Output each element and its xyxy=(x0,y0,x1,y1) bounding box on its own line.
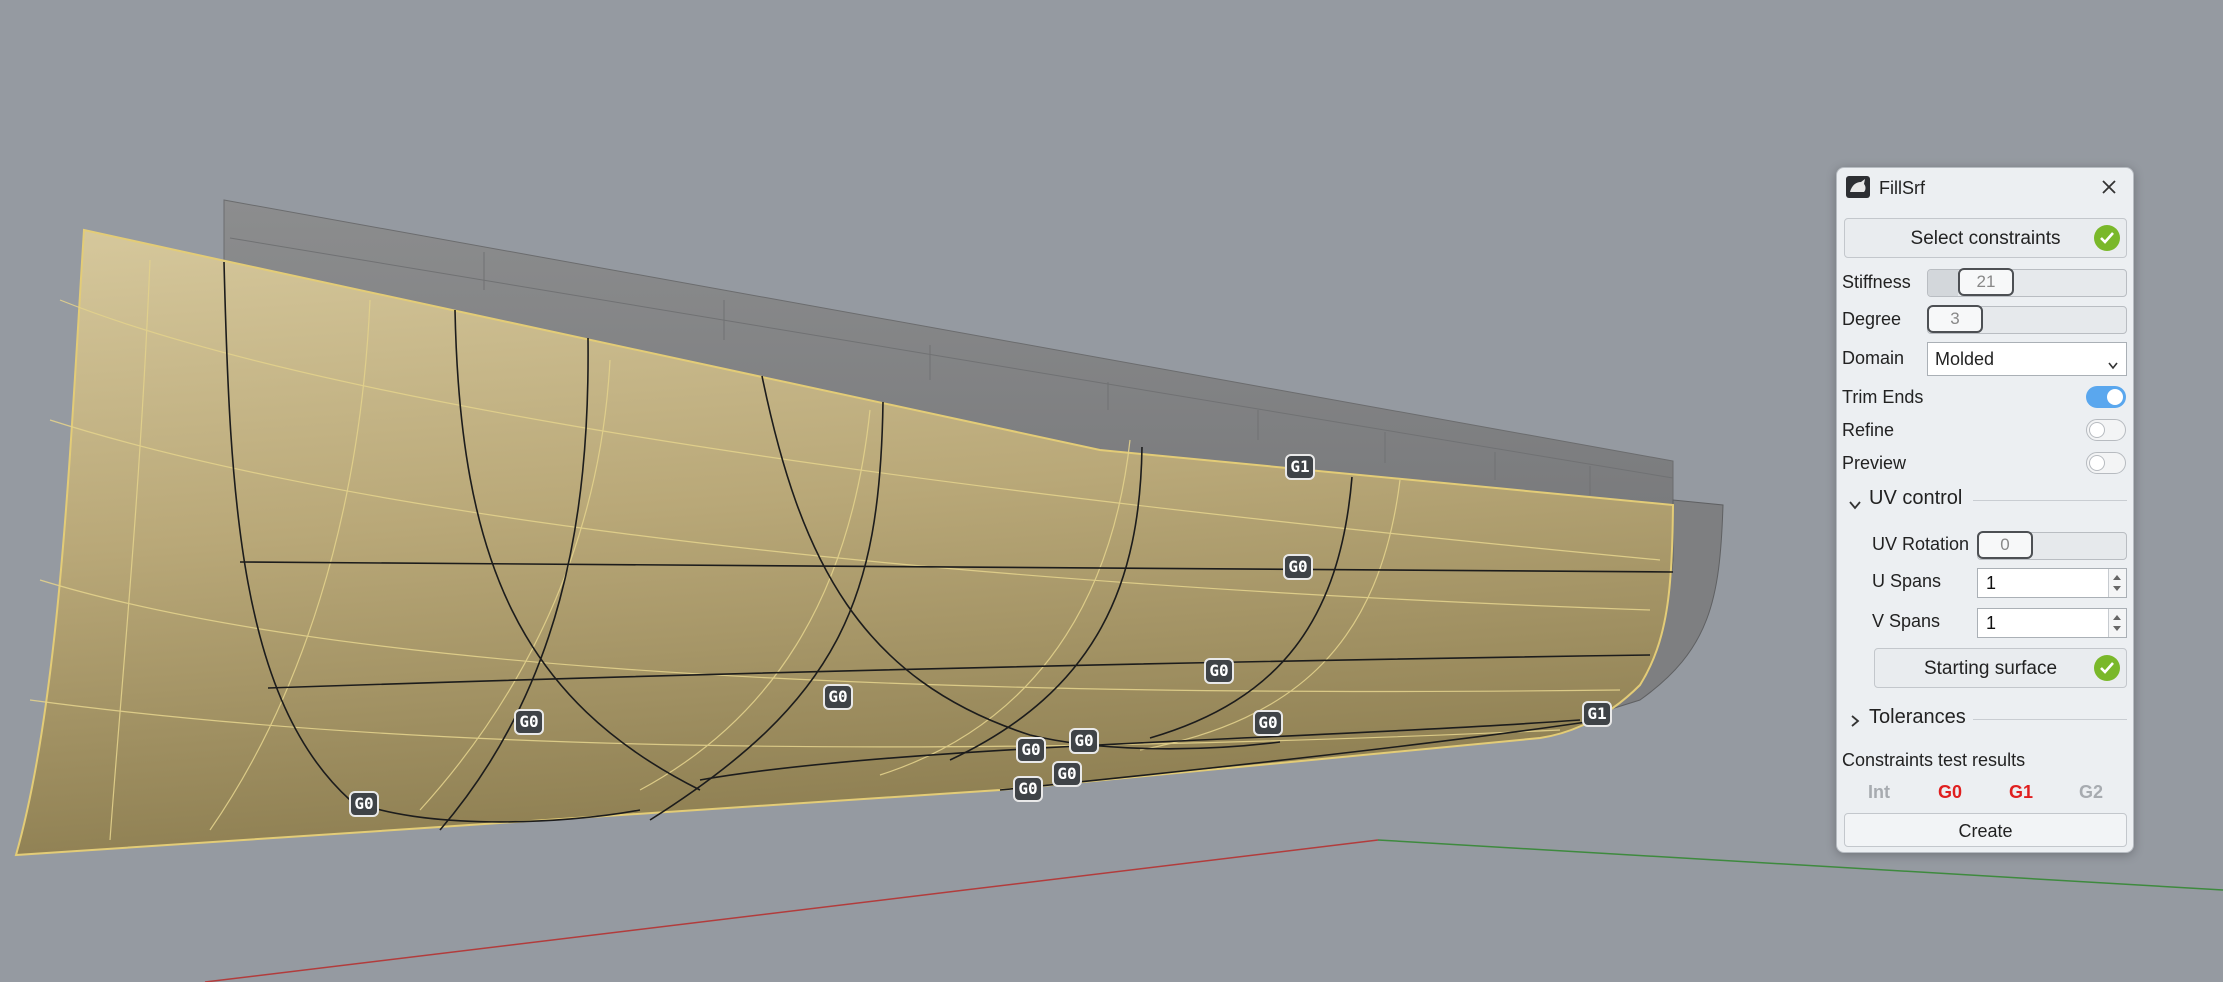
select-constraints-label: Select constraints xyxy=(1910,228,2061,249)
constraints-results-label: Constraints test results xyxy=(1842,750,2026,770)
continuity-tag[interactable]: G0 xyxy=(349,791,379,817)
domain-dropdown-value: Molded xyxy=(1935,349,1995,369)
create-label: Create xyxy=(1958,821,2013,841)
check-icon xyxy=(2094,655,2120,681)
tolerances-expander[interactable]: Tolerances xyxy=(1845,705,2128,731)
v-spans-stepper[interactable] xyxy=(1977,608,2127,638)
rhino-app-icon xyxy=(1846,176,1870,198)
continuity-tag[interactable]: G0 xyxy=(514,709,544,735)
tolerances-label: Tolerances xyxy=(1869,706,1966,728)
continuity-tag[interactable]: G1 xyxy=(1582,701,1612,727)
degree-slider-thumb[interactable]: 3 xyxy=(1927,305,1983,333)
panel-title: FillSrf xyxy=(1879,178,1925,198)
uv-control-divider xyxy=(1973,500,2127,501)
trim-ends-label: Trim Ends xyxy=(1842,387,1924,407)
v-spans-input[interactable] xyxy=(1978,609,2104,637)
starting-surface-button[interactable]: Starting surface xyxy=(1874,648,2127,688)
u-spans-label: U Spans xyxy=(1872,571,1942,591)
degree-slider[interactable]: 3 xyxy=(1927,305,2127,334)
fillsrf-panel: FillSrf Select constraints Stiffness 21 … xyxy=(1836,167,2134,853)
starting-surface-label: Starting surface xyxy=(1923,658,2058,679)
select-constraints-button[interactable]: Select constraints xyxy=(1844,218,2127,258)
v-spans-label: V Spans xyxy=(1872,611,1941,631)
continuity-tag[interactable]: G0 xyxy=(1204,658,1234,684)
degree-label: Degree xyxy=(1842,309,1902,329)
uv-rotation-label: UV Rotation xyxy=(1872,534,1970,554)
create-button[interactable]: Create xyxy=(1844,813,2127,847)
close-icon[interactable] xyxy=(2099,177,2119,197)
stiffness-slider-thumb[interactable]: 21 xyxy=(1958,268,2014,296)
chevron-right-icon xyxy=(1851,711,1860,732)
preview-toggle[interactable] xyxy=(2086,452,2126,474)
u-spans-input[interactable] xyxy=(1978,569,2104,597)
tolerances-divider xyxy=(1973,719,2127,720)
uv-rotation-slider[interactable]: 0 xyxy=(1977,531,2127,560)
uv-control-label: UV control xyxy=(1869,487,1963,509)
result-g0: G0 xyxy=(1937,782,1962,802)
result-g1: G1 xyxy=(2008,782,2033,802)
spin-arrows-icon[interactable] xyxy=(2108,609,2126,637)
u-spans-stepper[interactable] xyxy=(1977,568,2127,598)
continuity-tag[interactable]: G1 xyxy=(1285,454,1315,480)
continuity-tag[interactable]: G0 xyxy=(823,684,853,710)
uv-control-expander[interactable]: UV control xyxy=(1845,486,2128,512)
domain-dropdown[interactable]: Molded xyxy=(1927,342,2127,376)
continuity-tag[interactable]: G0 xyxy=(1016,737,1046,763)
chevron-down-icon xyxy=(1849,494,1861,515)
refine-toggle[interactable] xyxy=(2086,419,2126,441)
refine-label: Refine xyxy=(1842,420,1895,440)
x-axis-line xyxy=(204,839,1379,982)
continuity-tag[interactable]: G0 xyxy=(1283,554,1313,580)
preview-label: Preview xyxy=(1842,453,1907,473)
continuity-tag[interactable]: G0 xyxy=(1253,710,1283,736)
domain-label: Domain xyxy=(1842,348,1905,368)
continuity-tag[interactable]: G0 xyxy=(1069,728,1099,754)
result-g2: G2 xyxy=(2078,782,2103,802)
stiffness-slider[interactable]: 21 xyxy=(1927,268,2127,297)
chevron-down-icon xyxy=(2108,354,2118,375)
continuity-tag[interactable]: G0 xyxy=(1052,761,1082,787)
result-int: Int xyxy=(1868,782,1890,802)
continuity-tag[interactable]: G0 xyxy=(1013,776,1043,802)
stiffness-label: Stiffness xyxy=(1842,272,1911,292)
check-icon xyxy=(2094,225,2120,251)
spin-arrows-icon[interactable] xyxy=(2108,569,2126,597)
trim-ends-toggle[interactable] xyxy=(2086,386,2126,408)
uv-rotation-slider-thumb[interactable]: 0 xyxy=(1977,531,2033,559)
